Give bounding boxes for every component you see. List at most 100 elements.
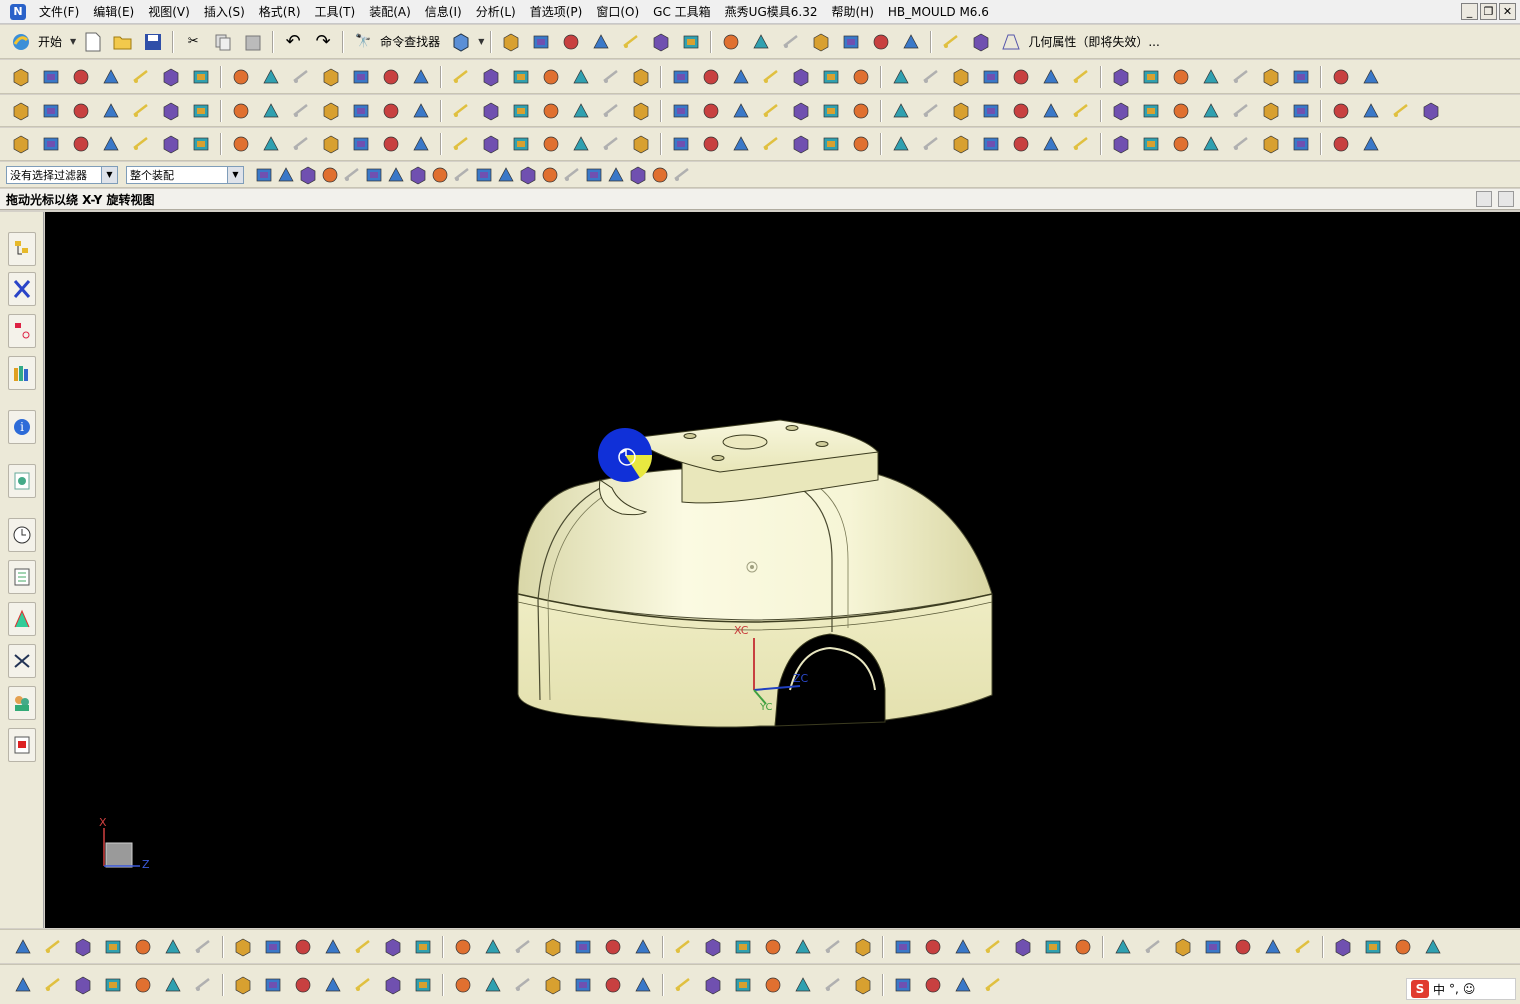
bottom-lower-tool-icon[interactable] [292, 974, 314, 996]
sketch-tool-icon[interactable] [950, 100, 972, 122]
sketch-tool-icon[interactable] [40, 100, 62, 122]
mold-tool-icon[interactable] [100, 133, 122, 155]
feature-tool-icon[interactable] [450, 66, 472, 88]
sketch-tool-icon[interactable] [700, 100, 722, 122]
bottom-lower-tool-icon[interactable] [542, 974, 564, 996]
snap-point-icon[interactable] [320, 166, 338, 184]
binoculars-icon[interactable]: 🔭 [352, 31, 374, 53]
mold-tool-icon[interactable] [820, 133, 842, 155]
restore-button[interactable]: ❐ [1480, 3, 1497, 20]
bottom-upper-tool-icon[interactable] [672, 936, 694, 958]
bottom-lower-tool-icon[interactable] [512, 974, 534, 996]
feature-tool-icon[interactable] [70, 66, 92, 88]
undo-icon[interactable]: ↶ [282, 31, 304, 53]
bottom-upper-tool-icon[interactable] [1332, 936, 1354, 958]
mold-tool-icon[interactable] [980, 133, 1002, 155]
palette-icon[interactable] [8, 728, 36, 762]
save-icon[interactable] [142, 31, 164, 53]
bottom-upper-tool-icon[interactable] [412, 936, 434, 958]
system-scenes-icon[interactable] [8, 644, 36, 678]
feature-tool-icon[interactable] [570, 66, 592, 88]
feature-tool-icon[interactable] [1140, 66, 1162, 88]
feature-tool-icon[interactable] [320, 66, 342, 88]
bottom-lower-tool-icon[interactable] [632, 974, 654, 996]
bottom-upper-tool-icon[interactable] [512, 936, 534, 958]
feature-tool-icon[interactable] [600, 66, 622, 88]
view-icon[interactable] [620, 31, 642, 53]
bottom-upper-tool-icon[interactable] [1202, 936, 1224, 958]
sketch-tool-icon[interactable] [290, 100, 312, 122]
bottom-lower-tool-icon[interactable] [922, 974, 944, 996]
bottom-lower-tool-icon[interactable] [322, 974, 344, 996]
bottom-lower-tool-icon[interactable] [822, 974, 844, 996]
mold-tool-icon[interactable] [760, 133, 782, 155]
bottom-upper-tool-icon[interactable] [72, 936, 94, 958]
mold-tool-icon[interactable] [850, 133, 872, 155]
sketch-tool-icon[interactable] [980, 100, 1002, 122]
mold-tool-icon[interactable] [510, 133, 532, 155]
snap-point-icon[interactable] [474, 166, 492, 184]
snap-point-icon[interactable] [276, 166, 294, 184]
menu-item[interactable]: 工具(T) [308, 0, 363, 24]
mold-tool-icon[interactable] [700, 133, 722, 155]
feature-tool-icon[interactable] [510, 66, 532, 88]
mold-tool-icon[interactable] [230, 133, 252, 155]
bottom-lower-tool-icon[interactable] [852, 974, 874, 996]
sketch-tool-icon[interactable] [890, 100, 912, 122]
mold-tool-icon[interactable] [730, 133, 752, 155]
mold-tool-icon[interactable] [1230, 133, 1252, 155]
mold-tool-icon[interactable] [410, 133, 432, 155]
sketch-tool-icon[interactable] [1070, 100, 1092, 122]
bottom-upper-tool-icon[interactable] [192, 936, 214, 958]
bottom-upper-tool-icon[interactable] [482, 936, 504, 958]
info-icon[interactable]: i [8, 410, 36, 444]
sketch-tool-icon[interactable] [760, 100, 782, 122]
sketch-tool-icon[interactable] [1140, 100, 1162, 122]
bottom-upper-tool-icon[interactable] [542, 936, 564, 958]
ime-punct-icon[interactable]: °, [1449, 982, 1459, 996]
bottom-upper-tool-icon[interactable] [382, 936, 404, 958]
motion-icon[interactable] [970, 31, 992, 53]
sketch-tool-icon[interactable] [630, 100, 652, 122]
feature-tool-icon[interactable] [190, 66, 212, 88]
bottom-lower-tool-icon[interactable] [892, 974, 914, 996]
bottom-upper-tool-icon[interactable] [102, 936, 124, 958]
sketch-tool-icon[interactable] [510, 100, 532, 122]
feature-tool-icon[interactable] [410, 66, 432, 88]
feature-tool-icon[interactable] [1260, 66, 1282, 88]
mold-tool-icon[interactable] [540, 133, 562, 155]
sketch-tool-icon[interactable] [670, 100, 692, 122]
sketch-tool-icon[interactable] [600, 100, 622, 122]
mold-tool-icon[interactable] [790, 133, 812, 155]
curve-icon[interactable] [810, 31, 832, 53]
feature-tool-icon[interactable] [1170, 66, 1192, 88]
menu-item[interactable]: 帮助(H) [824, 0, 880, 24]
mold-tool-icon[interactable] [1040, 133, 1062, 155]
feature-tool-icon[interactable] [160, 66, 182, 88]
sketch-tool-icon[interactable] [320, 100, 342, 122]
bottom-lower-tool-icon[interactable] [482, 974, 504, 996]
feature-tool-icon[interactable] [760, 66, 782, 88]
snap-point-icon[interactable] [452, 166, 470, 184]
cube-icon[interactable] [560, 31, 582, 53]
bottom-upper-tool-icon[interactable] [1112, 936, 1134, 958]
sketch-tool-icon[interactable] [1420, 100, 1442, 122]
open-folder-icon[interactable] [112, 31, 134, 53]
paste-icon[interactable] [242, 31, 264, 53]
feature-tool-icon[interactable] [480, 66, 502, 88]
bottom-lower-tool-icon[interactable] [702, 974, 724, 996]
shade-icon[interactable] [530, 31, 552, 53]
bottom-upper-tool-icon[interactable] [952, 936, 974, 958]
mold-tool-icon[interactable] [1010, 133, 1032, 155]
sketch-tool-icon[interactable] [1230, 100, 1252, 122]
feature-tool-icon[interactable] [790, 66, 812, 88]
menu-item[interactable]: 燕秀UG模具6.32 [718, 0, 825, 24]
geometry-properties-icon[interactable] [1000, 31, 1022, 53]
bottom-upper-tool-icon[interactable] [892, 936, 914, 958]
feature-tool-icon[interactable] [1290, 66, 1312, 88]
mold-tool-icon[interactable] [1200, 133, 1222, 155]
bottom-upper-tool-icon[interactable] [1392, 936, 1414, 958]
bottom-upper-tool-icon[interactable] [232, 936, 254, 958]
bottom-lower-tool-icon[interactable] [102, 974, 124, 996]
bottom-lower-tool-icon[interactable] [262, 974, 284, 996]
